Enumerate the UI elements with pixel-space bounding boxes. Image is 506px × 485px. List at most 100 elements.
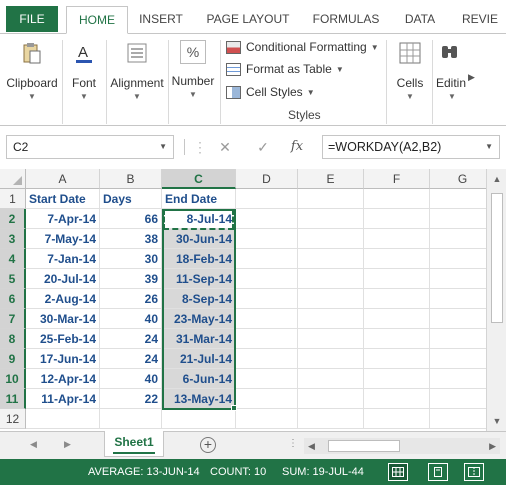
cell-c10[interactable]: 6-Jun-14	[162, 369, 236, 389]
cell-b2[interactable]: 66	[100, 209, 162, 229]
cell-e6[interactable]	[298, 289, 364, 309]
cell-g3[interactable]	[430, 229, 486, 249]
chevron-down-icon[interactable]: ▼	[485, 136, 493, 158]
cell-e1[interactable]	[298, 189, 364, 209]
cell-b6[interactable]: 26	[100, 289, 162, 309]
cell-g7[interactable]	[430, 309, 486, 329]
cell-f6[interactable]	[364, 289, 430, 309]
cell-b4[interactable]: 30	[100, 249, 162, 269]
row-header-2[interactable]: 2	[0, 209, 26, 229]
cell-f7[interactable]	[364, 309, 430, 329]
cell-g12[interactable]	[430, 409, 486, 429]
cell-b7[interactable]: 40	[100, 309, 162, 329]
cell-e9[interactable]	[298, 349, 364, 369]
column-header-a[interactable]: A	[26, 169, 100, 189]
name-box[interactable]: C2 ▼	[6, 135, 174, 159]
column-header-f[interactable]: F	[364, 169, 430, 189]
page-layout-view-icon[interactable]	[428, 463, 448, 481]
cell-styles-button[interactable]: Cell Styles ▼	[226, 82, 315, 102]
cell-b11[interactable]: 22	[100, 389, 162, 409]
cell-a3[interactable]: 7-May-14	[26, 229, 100, 249]
cell-b5[interactable]: 39	[100, 269, 162, 289]
cell-a8[interactable]: 25-Feb-14	[26, 329, 100, 349]
cell-e12[interactable]	[298, 409, 364, 429]
select-all-corner[interactable]	[0, 169, 26, 189]
cell-g5[interactable]	[430, 269, 486, 289]
cell-f11[interactable]	[364, 389, 430, 409]
cell-d9[interactable]	[236, 349, 298, 369]
cell-b3[interactable]: 38	[100, 229, 162, 249]
page-break-view-icon[interactable]	[464, 463, 484, 481]
cell-d10[interactable]	[236, 369, 298, 389]
cell-e4[interactable]	[298, 249, 364, 269]
tab-file[interactable]: FILE	[6, 6, 58, 32]
cell-c7[interactable]: 23-May-14	[162, 309, 236, 329]
scroll-right-icon[interactable]: ▶	[489, 438, 496, 454]
row-header-5[interactable]: 5	[0, 269, 26, 289]
cell-a2[interactable]: 7-Apr-14	[26, 209, 100, 229]
tab-page-layout[interactable]: PAGE LAYOUT	[204, 8, 292, 30]
editing-button[interactable]: Editin ▼	[434, 40, 470, 101]
number-button[interactable]: % Number ▼	[168, 40, 218, 99]
scroll-up-icon[interactable]: ▲	[490, 172, 504, 186]
cell-b9[interactable]: 24	[100, 349, 162, 369]
cell-f4[interactable]	[364, 249, 430, 269]
ribbon-scroll-right-icon[interactable]: ▶	[468, 72, 475, 83]
tab-split-handle[interactable]: ⋮	[288, 438, 299, 449]
cell-d12[interactable]	[236, 409, 298, 429]
cell-g10[interactable]	[430, 369, 486, 389]
horizontal-scrollbar[interactable]: ◀ ▶	[304, 438, 500, 454]
alignment-button[interactable]: Alignment ▼	[107, 40, 167, 101]
tab-insert[interactable]: INSERT	[138, 8, 184, 30]
cell-d1[interactable]	[236, 189, 298, 209]
cell-e7[interactable]	[298, 309, 364, 329]
row-header-11[interactable]: 11	[0, 389, 26, 409]
cell-d2[interactable]	[236, 209, 298, 229]
fill-handle[interactable]	[231, 405, 237, 411]
formula-input[interactable]: =WORKDAY(A2,B2) ▼	[322, 135, 500, 159]
row-header-4[interactable]: 4	[0, 249, 26, 269]
cell-e11[interactable]	[298, 389, 364, 409]
cell-c2[interactable]: 8-Jul-14	[162, 209, 236, 229]
column-header-d[interactable]: D	[236, 169, 298, 189]
cell-g1[interactable]	[430, 189, 486, 209]
scroll-thumb[interactable]	[328, 440, 400, 452]
cell-f9[interactable]	[364, 349, 430, 369]
cell-d3[interactable]	[236, 229, 298, 249]
worksheet-grid[interactable]: A B C D E F G 1 Start Date Days End Date 2 7-Apr-14 6…	[0, 169, 486, 431]
cell-c5[interactable]: 11-Sep-14	[162, 269, 236, 289]
tab-data[interactable]: DATA	[400, 8, 440, 30]
row-header-6[interactable]: 6	[0, 289, 26, 309]
conditional-formatting-button[interactable]: Conditional Formatting ▼	[226, 37, 379, 57]
row-header-10[interactable]: 10	[0, 369, 26, 389]
fx-icon[interactable]: fx	[286, 135, 308, 159]
cell-g2[interactable]	[430, 209, 486, 229]
row-header-3[interactable]: 3	[0, 229, 26, 249]
tab-home[interactable]: HOME	[66, 6, 128, 34]
cell-d6[interactable]	[236, 289, 298, 309]
cell-c9[interactable]: 21-Jul-14	[162, 349, 236, 369]
cell-c1[interactable]: End Date	[162, 189, 236, 209]
chevron-down-icon[interactable]: ▼	[159, 136, 167, 158]
normal-view-icon[interactable]	[388, 463, 408, 481]
enter-icon[interactable]: ✓	[252, 135, 274, 159]
row-header-12[interactable]: 12	[0, 409, 26, 429]
cell-f12[interactable]	[364, 409, 430, 429]
cell-a1[interactable]: Start Date	[26, 189, 100, 209]
row-header-8[interactable]: 8	[0, 329, 26, 349]
cell-e3[interactable]	[298, 229, 364, 249]
row-header-1[interactable]: 1	[0, 189, 26, 209]
column-header-b[interactable]: B	[100, 169, 162, 189]
cell-a5[interactable]: 20-Jul-14	[26, 269, 100, 289]
font-button[interactable]: A Font ▼	[64, 40, 104, 101]
vertical-scrollbar[interactable]: ▲ ▼	[486, 169, 506, 431]
cell-f2[interactable]	[364, 209, 430, 229]
cell-b12[interactable]	[100, 409, 162, 429]
cell-f10[interactable]	[364, 369, 430, 389]
cell-a11[interactable]: 11-Apr-14	[26, 389, 100, 409]
cell-a12[interactable]	[26, 409, 100, 429]
cell-g4[interactable]	[430, 249, 486, 269]
cell-c3[interactable]: 30-Jun-14	[162, 229, 236, 249]
column-header-g[interactable]: G	[430, 169, 486, 189]
cell-a4[interactable]: 7-Jan-14	[26, 249, 100, 269]
